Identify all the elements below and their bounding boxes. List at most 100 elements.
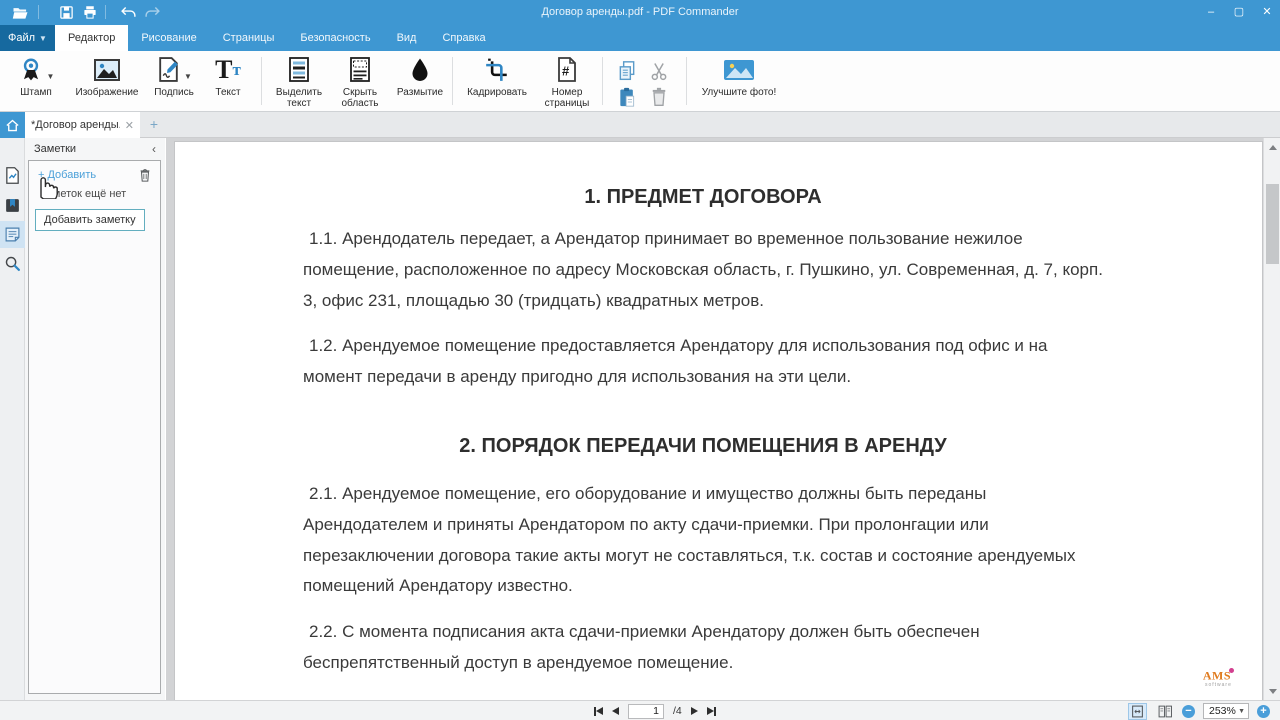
file-menu-button[interactable]: Файл ▼: [0, 25, 55, 51]
menu-tab-editor[interactable]: Редактор: [55, 25, 128, 51]
prev-page-icon: [612, 707, 619, 715]
add-note-tooltip: Добавить заметку: [35, 209, 145, 231]
improve-photo-icon: [723, 54, 755, 85]
previous-page-button[interactable]: [612, 707, 619, 715]
ribbon-toolbar: ▼ Штамп Изображение ▼ Подпись Tт Текст: [0, 51, 1280, 112]
page-number-button[interactable]: # Номер страницы: [537, 54, 597, 109]
menu-tab-security[interactable]: Безопасность: [287, 25, 383, 51]
stamp-button[interactable]: ▼ Штамп: [6, 54, 66, 109]
thumbnails-button[interactable]: [0, 162, 25, 189]
page-number-input[interactable]: [628, 704, 664, 719]
clipboard-group: [614, 59, 672, 109]
text-button[interactable]: Tт Текст: [206, 54, 250, 109]
collapse-panel-button[interactable]: ‹: [152, 142, 156, 156]
document-viewer: 1. ПРЕДМЕТ ДОГОВОРА 1.1. Арендодатель пе…: [166, 138, 1280, 700]
multi-page-icon: [1158, 705, 1172, 718]
delete-button[interactable]: [646, 85, 672, 109]
text-icon: Tт: [215, 54, 241, 85]
notes-panel-title: Заметки: [34, 143, 76, 155]
trash-icon: [649, 86, 669, 108]
document-tab[interactable]: *Договор аренды.pdf ✕: [25, 112, 140, 138]
scroll-down-button[interactable]: [1264, 684, 1280, 698]
status-bar: /4 − 253% ▼ +: [0, 700, 1280, 720]
new-tab-button[interactable]: +: [146, 116, 162, 132]
home-icon: [5, 118, 20, 133]
highlight-text-icon: [287, 54, 311, 85]
ribbon-separator: [261, 57, 262, 105]
home-button[interactable]: [0, 112, 25, 138]
hide-area-button[interactable]: Скрыть область: [331, 54, 389, 109]
next-page-icon: [691, 707, 698, 715]
cut-button[interactable]: [646, 59, 672, 83]
menu-tab-pages[interactable]: Страницы: [210, 25, 288, 51]
notes-panel-header: Заметки ‹: [25, 138, 165, 159]
svg-text:#: #: [562, 64, 570, 79]
crop-icon: [484, 54, 510, 85]
crop-button[interactable]: Кадрировать: [459, 54, 535, 109]
menu-tab-drawing[interactable]: Рисование: [128, 25, 209, 51]
delete-note-button[interactable]: [138, 167, 152, 188]
menu-bar: Файл ▼ Редактор Рисование Страницы Безоп…: [0, 25, 1280, 51]
menu-tab-view[interactable]: Вид: [384, 25, 430, 51]
zoom-level-value: 253%: [1209, 705, 1236, 717]
blur-button[interactable]: Размытие: [394, 54, 446, 109]
page-total-label: /4: [673, 705, 682, 717]
fit-page-button[interactable]: [1128, 703, 1147, 720]
doc-paragraph-1-1: 1.1. Арендодатель передает, а Арендатор …: [303, 224, 1103, 316]
main-area: Заметки ‹ + Добавить Заметок ещё нет Доб…: [0, 138, 1280, 700]
tab-close-icon[interactable]: ✕: [125, 119, 134, 132]
zoom-level-select[interactable]: 253% ▼: [1203, 703, 1249, 719]
notes-button[interactable]: [0, 221, 25, 248]
notes-panel: Заметки ‹ + Добавить Заметок ещё нет Доб…: [25, 138, 165, 700]
copy-button[interactable]: [614, 59, 640, 83]
bookmarks-button[interactable]: [0, 192, 25, 219]
doc-paragraph-2-1: 2.1. Арендуемое помещение, его оборудова…: [303, 479, 1103, 602]
improve-photo-button[interactable]: Улучшите фото!: [698, 54, 780, 109]
doc-heading-1: 1. ПРЕДМЕТ ДОГОВОРА: [303, 182, 1103, 212]
image-icon: [93, 54, 121, 85]
first-page-icon: [596, 707, 603, 715]
pdf-page[interactable]: 1. ПРЕДМЕТ ДОГОВОРА 1.1. Арендодатель пе…: [175, 142, 1262, 700]
caret-down-icon: ▼: [1238, 708, 1245, 715]
last-page-button[interactable]: [707, 707, 716, 716]
ams-watermark: AMS software: [1203, 668, 1234, 690]
arrow-up-icon: [1269, 145, 1277, 150]
ribbon-separator: [602, 57, 603, 105]
thumbnails-icon: [4, 166, 21, 185]
minimize-button[interactable]: –: [1204, 0, 1218, 25]
menu-tab-help[interactable]: Справка: [429, 25, 498, 51]
notes-list-box: + Добавить Заметок ещё нет Добавить заме…: [28, 160, 161, 694]
maximize-button[interactable]: ▢: [1232, 0, 1246, 25]
next-page-button[interactable]: [691, 707, 698, 715]
zoom-in-button[interactable]: +: [1257, 705, 1270, 718]
paste-button[interactable]: [614, 85, 640, 109]
sidebar-icon-strip: [0, 138, 25, 700]
highlight-text-button[interactable]: Выделить текст: [270, 54, 328, 109]
trash-icon: [138, 167, 152, 183]
caret-down-icon: ▼: [47, 72, 55, 85]
insert-image-button[interactable]: Изображение: [72, 54, 142, 109]
doc-paragraph-1-2: 1.2. Арендуемое помещение предоставляетс…: [303, 331, 1103, 393]
hand-cursor-icon: [33, 169, 60, 204]
doc-paragraph-2-2: 2.2. С момента подписания акта сдачи-при…: [303, 617, 1103, 679]
tab-bar: *Договор аренды.pdf ✕ +: [0, 112, 1280, 138]
blur-drop-icon: [409, 54, 431, 85]
caret-down-icon: ▼: [39, 34, 47, 43]
vertical-scrollbar[interactable]: [1263, 138, 1280, 700]
zoom-out-button[interactable]: −: [1182, 705, 1195, 718]
title-bar: Договор аренды.pdf - PDF Commander – ▢ ✕: [0, 0, 1280, 25]
ribbon-separator: [686, 57, 687, 105]
search-button[interactable]: [0, 250, 25, 277]
notes-icon: [4, 226, 21, 243]
scrollbar-thumb[interactable]: [1266, 184, 1279, 264]
paste-icon: [617, 86, 637, 108]
multi-page-view-button[interactable]: [1155, 703, 1174, 720]
page-number-icon: #: [555, 54, 579, 85]
close-button[interactable]: ✕: [1260, 0, 1274, 25]
ribbon-separator: [452, 57, 453, 105]
scroll-up-button[interactable]: [1264, 140, 1280, 154]
signature-button[interactable]: ▼ Подпись: [144, 54, 204, 109]
pdf-page-content: 1. ПРЕДМЕТ ДОГОВОРА 1.1. Арендодатель пе…: [303, 182, 1103, 694]
first-page-button[interactable]: [594, 707, 603, 716]
last-page-icon: [707, 707, 714, 715]
